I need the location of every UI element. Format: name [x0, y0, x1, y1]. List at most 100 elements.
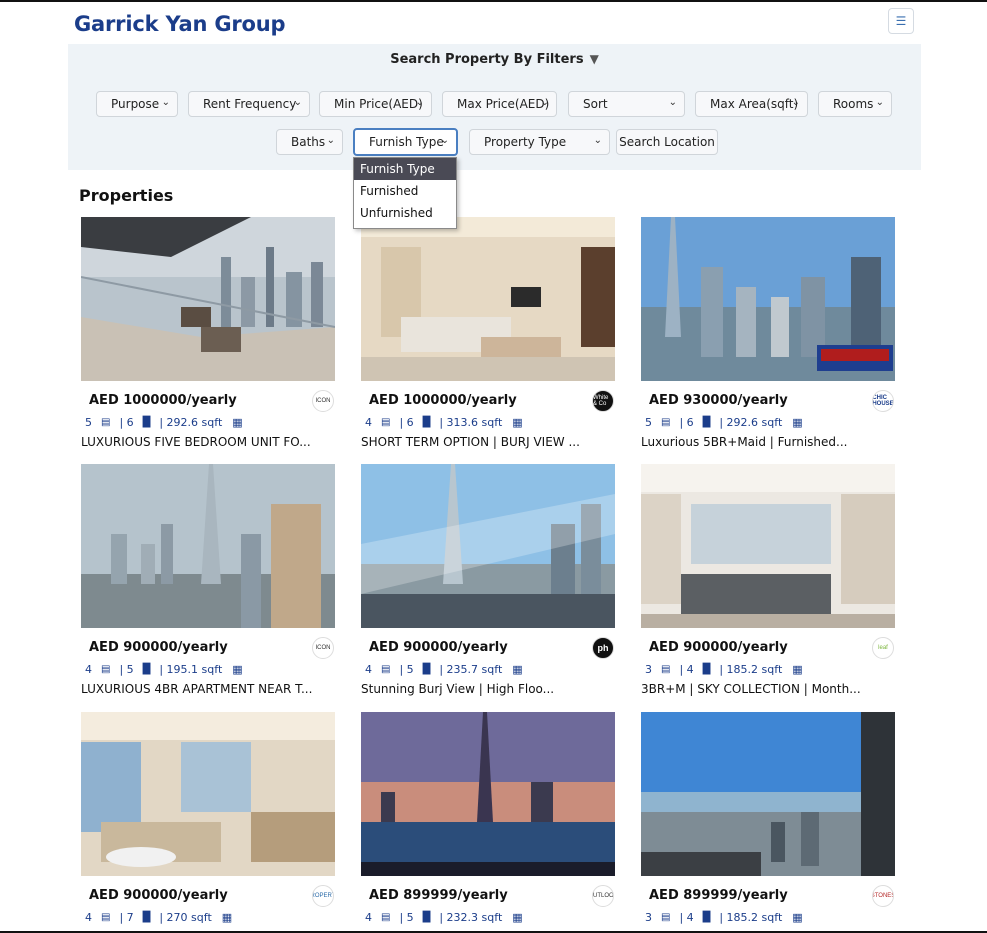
property-photo[interactable] — [641, 217, 895, 381]
bath-icon: █ — [142, 912, 151, 923]
baths-count: | 5 — [399, 911, 414, 924]
property-price: AED 900000/yearly — [89, 640, 228, 655]
rooms-count: 5 — [645, 416, 652, 429]
property-price: AED 1000000/yearly — [369, 393, 517, 408]
max-price-select[interactable]: Max Price(AED) ⌄ — [442, 91, 557, 117]
property-title[interactable]: LUXURIOUS FIVE BEDROOM UNIT FO... — [81, 435, 311, 449]
bed-icon: ▤ — [101, 664, 111, 675]
rooms-count: 4 — [365, 911, 372, 924]
bed-icon: ▤ — [101, 912, 111, 923]
furnish-type-select[interactable]: Furnish Type ⌄ — [353, 128, 458, 156]
property-price: AED 900000/yearly — [649, 640, 788, 655]
area-value: | 185.2 sqft — [719, 663, 783, 676]
rent-frequency-select[interactable]: Rent Frequency ⌄ — [188, 91, 310, 117]
area-value: | 185.2 sqft — [719, 911, 783, 924]
chevron-down-icon: ⌄ — [293, 97, 302, 108]
property-title[interactable]: LUXURIOUS 4BR APARTMENT NEAR T... — [81, 682, 312, 696]
baths-count: | 5 — [119, 663, 134, 676]
area-value: | 232.3 sqft — [439, 911, 503, 924]
bath-icon: █ — [702, 912, 711, 923]
property-photo[interactable] — [81, 217, 335, 381]
property-stats: 3 ▤ | 4 █ | 185.2 sqft ▦ — [645, 911, 803, 924]
furnish-type-dropdown[interactable]: Furnish Type Furnished Unfurnished — [353, 157, 457, 229]
max-area-select[interactable]: Max Area(sqft) ⌄ — [695, 91, 808, 117]
chevron-down-icon: ⌄ — [540, 97, 549, 108]
property-photo[interactable] — [361, 217, 615, 381]
rooms-select[interactable]: Rooms ⌄ — [818, 91, 892, 117]
area-value: | 292.6 sqft — [159, 416, 223, 429]
chevron-down-icon: ⌄ — [593, 135, 602, 146]
rooms-count: 5 — [85, 416, 92, 429]
property-stats: 3 ▤ | 4 █ | 185.2 sqft ▦ — [645, 663, 803, 676]
furnish-option[interactable]: Furnish Type — [354, 158, 456, 180]
agency-logo: OUTLOOK — [592, 885, 614, 907]
baths-select[interactable]: Baths ⌄ — [276, 129, 343, 155]
grid-icon: ▦ — [792, 911, 803, 924]
rooms-count: 3 — [645, 911, 652, 924]
property-price: AED 1000000/yearly — [89, 393, 237, 408]
bath-icon: █ — [422, 664, 431, 675]
rooms-count: 4 — [365, 663, 372, 676]
property-stats: 4 ▤ | 5 █ | 195.1 sqft ▦ — [85, 663, 243, 676]
area-value: | 313.6 sqft — [439, 416, 503, 429]
baths-count: | 4 — [679, 663, 694, 676]
property-title[interactable]: SHORT TERM OPTION | BURJ VIEW ... — [361, 435, 580, 449]
chevron-down-icon: ⌄ — [415, 97, 424, 108]
area-value: | 270 sqft — [159, 911, 212, 924]
property-photo[interactable] — [641, 464, 895, 628]
property-price: AED 899999/yearly — [369, 888, 508, 903]
bed-icon: ▤ — [381, 912, 391, 923]
bed-icon: ▤ — [381, 664, 391, 675]
property-title[interactable]: Luxurious 5BR+Maid | Furnished... — [641, 435, 847, 449]
agency-logo: ph — [592, 637, 614, 659]
search-location-button[interactable]: Search Location — [616, 129, 718, 155]
brand-title[interactable]: Garrick Yan Group — [74, 12, 286, 36]
furnish-option[interactable]: Unfurnished — [354, 202, 456, 224]
rooms-count: 3 — [645, 663, 652, 676]
baths-count: | 6 — [119, 416, 134, 429]
baths-count: | 6 — [399, 416, 414, 429]
property-price: AED 899999/yearly — [649, 888, 788, 903]
bed-icon: ▤ — [101, 417, 111, 428]
bath-icon: █ — [702, 417, 711, 428]
grid-icon: ▦ — [512, 663, 523, 676]
menu-toggle-button[interactable]: ☰ — [888, 8, 914, 34]
grid-icon: ▦ — [232, 663, 243, 676]
chevron-down-icon: ⌄ — [326, 135, 335, 146]
property-price: AED 900000/yearly — [89, 888, 228, 903]
filter-title[interactable]: Search Property By Filters ▼ — [68, 52, 921, 67]
baths-count: | 4 — [679, 911, 694, 924]
bed-icon: ▤ — [661, 912, 671, 923]
min-price-select[interactable]: Min Price(AED) ⌄ — [319, 91, 432, 117]
property-photo[interactable] — [81, 712, 335, 876]
rooms-count: 4 — [85, 663, 92, 676]
property-photo[interactable] — [361, 464, 615, 628]
property-photo[interactable] — [81, 464, 335, 628]
bed-icon: ▤ — [381, 417, 391, 428]
property-photo[interactable] — [641, 712, 895, 876]
baths-count: | 5 — [399, 663, 414, 676]
sort-select[interactable]: Sort ⌄ — [568, 91, 685, 117]
filter-icon: ▼ — [589, 52, 599, 66]
chevron-down-icon: ⌄ — [791, 97, 800, 108]
baths-count: | 6 — [679, 416, 694, 429]
baths-count: | 7 — [119, 911, 134, 924]
grid-icon: ▦ — [792, 416, 803, 429]
property-title[interactable]: Stunning Burj View | High Floo... — [361, 682, 554, 696]
area-value: | 195.1 sqft — [159, 663, 223, 676]
purpose-select[interactable]: Purpose ⌄ — [96, 91, 178, 117]
property-photo[interactable] — [361, 712, 615, 876]
bed-icon: ▤ — [661, 664, 671, 675]
chevron-down-icon: ⌄ — [440, 135, 449, 146]
agency-logo: PROPERTY — [312, 885, 334, 907]
grid-icon: ▦ — [792, 663, 803, 676]
furnish-option[interactable]: Furnished — [354, 180, 456, 202]
area-value: | 235.7 sqft — [439, 663, 503, 676]
rooms-count: 4 — [85, 911, 92, 924]
property-price: AED 930000/yearly — [649, 393, 788, 408]
bath-icon: █ — [142, 664, 151, 675]
property-type-select[interactable]: Property Type ⌄ — [469, 129, 610, 155]
property-stats: 5 ▤ | 6 █ | 292.6 sqft ▦ — [645, 416, 803, 429]
section-title: Properties — [79, 186, 174, 205]
property-title[interactable]: 3BR+M | SKY COLLECTION | Month... — [641, 682, 861, 696]
